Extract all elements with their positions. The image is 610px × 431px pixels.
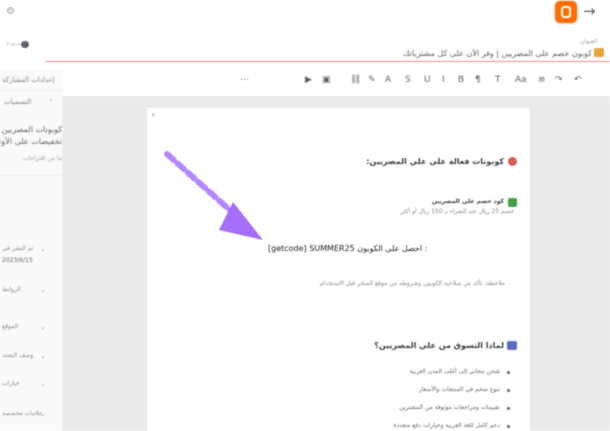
pointer-arrow-icon — [164, 151, 263, 240]
bullet-icon — [507, 407, 510, 410]
list-item: تقييمات ومراجعات موثوقة من المشترين — [399, 404, 500, 411]
sidebar-item-2[interactable]: الموقع — [2, 323, 18, 330]
toolbar-more-icon[interactable]: ⋯ — [240, 72, 249, 88]
toolbar-font-icon[interactable]: Aa — [515, 72, 527, 88]
toolbar-image-icon[interactable]: ▣ — [322, 72, 331, 88]
bullet-icon — [507, 389, 510, 392]
list-item: تنوع ضخم في المنتجات والأسعار — [418, 386, 500, 393]
coupon-line[interactable]: [getcode] SUMMER25 احصل على الكوبون : — [268, 244, 427, 253]
labels-hint: ما من اقتراحات — [22, 155, 62, 162]
published-date: 2023/6/15 — [2, 257, 33, 264]
chevron-down-icon[interactable]: ⌄ — [40, 245, 46, 253]
sidebar-section-labels[interactable]: التسميات — [4, 98, 31, 106]
toolbar-strike-icon[interactable]: S — [405, 72, 411, 88]
close-icon[interactable]: ✕ — [151, 112, 156, 119]
toolbar-highlight-icon[interactable]: ✎ — [368, 72, 376, 88]
item1-title: كود خصم علي المصريين — [431, 198, 504, 205]
status-icon — [21, 41, 29, 48]
arrow-right-icon[interactable]: → — [583, 2, 596, 20]
title-row — [45, 47, 610, 61]
toolbar-italic-icon[interactable]: I — [442, 72, 445, 88]
toolbar-format-icon[interactable]: ≡ — [538, 72, 546, 88]
list-item: دعم كامل للغة العربية وخيارات دفع متعددة — [393, 422, 500, 429]
toolbar-size-icon[interactable]: T — [495, 72, 501, 88]
heading-why: لماذا التسوق من علي المصريين؟ — [374, 341, 504, 350]
chevron-down-icon[interactable]: ⌄ — [40, 380, 46, 388]
heading-coupons: كوبونات فعالة على علي المصريين: — [366, 157, 504, 166]
labels-value[interactable]: كوبونات المصريين — [0, 125, 62, 134]
toolbar-color-icon[interactable]: A — [385, 72, 391, 88]
chevron-up-icon[interactable]: ⌃ — [48, 98, 54, 106]
sidebar-item-1[interactable]: الروابط — [2, 286, 21, 293]
toolbar-bold-icon[interactable]: B — [458, 72, 464, 88]
toolbar-undo-icon[interactable]: ↶ — [574, 72, 582, 88]
divider — [0, 90, 62, 91]
chevron-down-icon[interactable]: ⌄ — [40, 352, 46, 360]
gear-icon[interactable]: ⚙ — [6, 6, 15, 17]
sidebar-item-0[interactable]: تم النشر في — [2, 245, 33, 252]
sidebar-item-5[interactable]: علامات مخصصة — [2, 410, 42, 417]
shopping-bag-emoji-icon — [507, 341, 517, 350]
sidebar-item-3[interactable]: وصف البحث — [2, 352, 33, 359]
title-label: العنوان — [580, 38, 598, 45]
bullet-icon — [507, 425, 510, 428]
toolbar-video-icon[interactable]: ▶ — [305, 72, 312, 88]
note-text: ملاحظة: تأكد من صلاحية الكوبون وشروطه من… — [319, 280, 505, 287]
toolbar-redo-icon[interactable]: ↷ — [555, 72, 563, 88]
chevron-down-icon[interactable]: ⌄ — [40, 323, 46, 331]
list-item: شحن مجاني إلى أغلب المدن العربية — [409, 368, 500, 375]
toolbar-paragraph-icon[interactable]: ¶ — [475, 72, 481, 88]
toolbar-underline-icon[interactable]: U — [424, 72, 431, 88]
toolbar-link-icon[interactable]: ⛓ — [350, 72, 361, 88]
sidebar-item-4[interactable]: خيارات — [2, 380, 20, 387]
labels-value-2[interactable]: تخفيضات على الأونلاين — [0, 137, 62, 146]
title-input[interactable] — [72, 47, 592, 59]
sidebar-header: إعدادات المشاركة — [2, 76, 55, 84]
title-emoji-icon — [594, 48, 604, 57]
target-emoji-icon — [508, 157, 517, 166]
bullet-icon — [507, 371, 510, 374]
chevron-down-icon[interactable]: ⌄ — [40, 286, 46, 294]
check-emoji-icon — [508, 198, 517, 207]
blogger-logo-icon[interactable] — [555, 1, 577, 23]
divider — [0, 175, 62, 176]
chevron-down-icon[interactable]: ⌄ — [40, 410, 46, 418]
editor-toolbar: ↶ ↷ ≡ Aa T ¶ B I U S A ✎ ⛓ ▣ ▶ ⋯ — [238, 72, 610, 88]
item1-desc: خصم 25 ريال عند الشراء بـ 150 ريال أو أك… — [400, 208, 515, 215]
title-underline — [45, 61, 610, 62]
top-bar: ⚙ → — [0, 0, 610, 44]
